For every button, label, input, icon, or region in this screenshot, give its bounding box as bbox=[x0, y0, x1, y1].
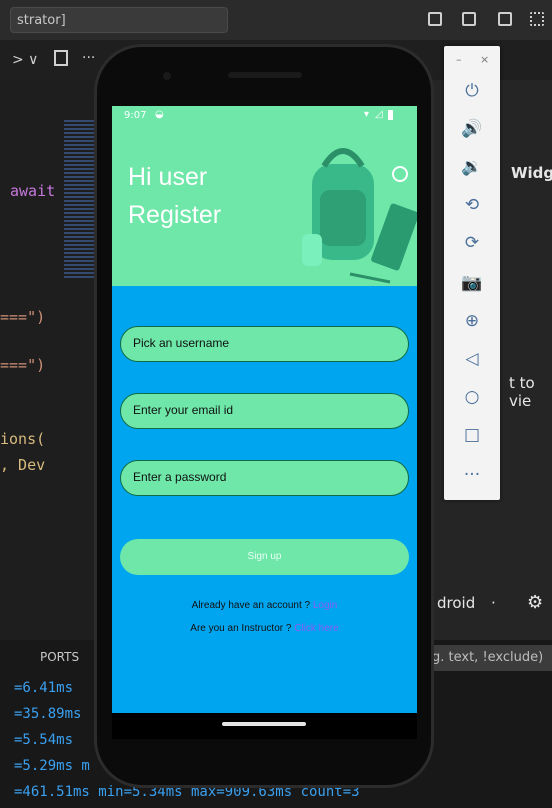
instructor-prompt-row: Are you an Instructor ? Click here bbox=[112, 623, 417, 634]
volume-up-icon[interactable]: 🔊 bbox=[444, 114, 500, 144]
signal-icon: ◿ bbox=[375, 109, 383, 120]
greeting-text: Hi user bbox=[128, 163, 208, 191]
wifi-icon: ▾ bbox=[364, 109, 370, 120]
speaker-grille bbox=[228, 72, 302, 78]
phone-nav-bar bbox=[112, 713, 417, 739]
more-actions[interactable]: ··· bbox=[82, 50, 95, 66]
power-icon[interactable]: ⏻ bbox=[444, 76, 500, 106]
tab-ports[interactable]: PORTS bbox=[40, 650, 79, 664]
terminal-line: =35.89ms bbox=[14, 706, 82, 722]
rotate-left-icon[interactable]: ⟲ bbox=[444, 190, 500, 220]
signup-button[interactable]: Sign up bbox=[120, 539, 409, 575]
login-link[interactable]: Login bbox=[313, 600, 337, 611]
settings-gear-icon[interactable]: ⚙ bbox=[527, 592, 543, 613]
zoom-icon[interactable]: ⊕ bbox=[444, 306, 500, 336]
register-header: Hi user Register bbox=[112, 126, 417, 286]
toggle-panel-icon[interactable] bbox=[462, 12, 476, 26]
password-input[interactable]: Enter a password bbox=[120, 460, 409, 496]
terminal-line: =6.41ms bbox=[14, 680, 74, 696]
filter-input[interactable]: g. text, !exclude) bbox=[420, 645, 552, 671]
instructor-link[interactable]: Click here bbox=[294, 623, 338, 634]
emulator-toolbar: – × ⏻ 🔊 🔉 ⟲ ⟳ 📷 ⊕ ◁ ○ □ ··· bbox=[444, 46, 500, 500]
code-line: , Dev bbox=[0, 456, 46, 474]
ide-search-box[interactable]: strator] bbox=[10, 7, 228, 33]
toggle-sidebar-icon[interactable] bbox=[428, 12, 442, 26]
front-camera bbox=[163, 72, 171, 80]
app-screen: 9:07 ◒ ▾ ◿ Hi user Register Pick an user… bbox=[112, 106, 417, 713]
battery-icon bbox=[388, 110, 393, 120]
minimize-icon[interactable]: – bbox=[456, 53, 462, 66]
home-icon[interactable]: ○ bbox=[444, 382, 500, 412]
device-label: droid bbox=[437, 594, 476, 612]
volume-down-icon[interactable]: 🔉 bbox=[444, 152, 500, 182]
rotate-right-icon[interactable]: ⟳ bbox=[444, 228, 500, 258]
terminal-line: =5.29ms m bbox=[14, 758, 90, 774]
code-line: ions( bbox=[0, 430, 46, 448]
instructor-prompt-text: Are you an Instructor ? bbox=[190, 623, 292, 634]
page-title: Register bbox=[128, 201, 222, 229]
camera-icon[interactable]: 📷 bbox=[444, 268, 500, 298]
email-input[interactable]: Enter your email id bbox=[120, 393, 409, 429]
back-icon[interactable]: ◁ bbox=[444, 344, 500, 374]
username-input[interactable]: Pick an username bbox=[120, 326, 409, 362]
more-icon[interactable]: ··· bbox=[444, 460, 500, 490]
code-line: await bbox=[10, 182, 56, 200]
separator-dot: · bbox=[491, 594, 496, 612]
status-time: 9:07 bbox=[124, 110, 147, 121]
account-prompt-text: Already have an account ? bbox=[191, 600, 311, 611]
tab-widget[interactable]: Widg bbox=[511, 164, 552, 182]
run-chevron[interactable]: > ∨ bbox=[12, 52, 38, 68]
close-icon[interactable]: × bbox=[480, 53, 489, 66]
terminal-line: =5.54ms bbox=[14, 732, 74, 748]
sync-icon: ◒ bbox=[155, 109, 164, 120]
login-prompt-row: Already have an account ? Login bbox=[112, 600, 417, 611]
toggle-secondary-sidebar-icon[interactable] bbox=[498, 12, 512, 26]
customize-layout-icon[interactable] bbox=[530, 12, 544, 26]
code-line: ===") bbox=[0, 308, 46, 326]
backpack-illustration-icon bbox=[302, 148, 417, 284]
hint-text: t to vie bbox=[509, 374, 535, 410]
split-editor-icon[interactable] bbox=[54, 50, 68, 66]
minimap[interactable] bbox=[64, 120, 94, 280]
status-bar: 9:07 ◒ ▾ ◿ bbox=[112, 106, 417, 126]
overview-icon[interactable]: □ bbox=[444, 420, 500, 450]
code-line: ===") bbox=[0, 356, 46, 374]
home-gesture-pill[interactable] bbox=[222, 722, 306, 726]
